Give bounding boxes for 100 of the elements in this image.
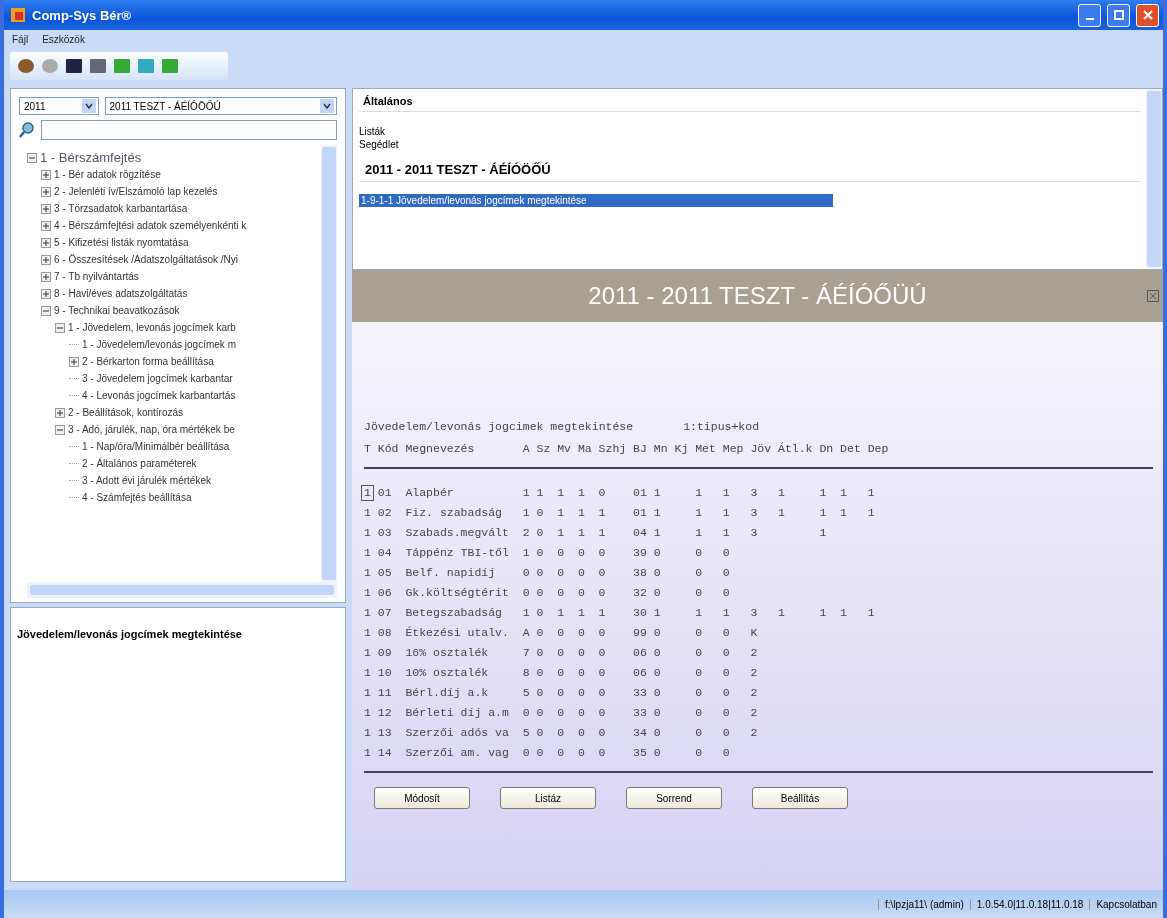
year-dropdown[interactable]: 2011 xyxy=(19,97,99,115)
menu-item[interactable]: Eszközök xyxy=(42,34,85,46)
column-header: Megnevezés xyxy=(405,441,476,457)
minus-icon[interactable] xyxy=(27,152,37,163)
table-cell-text: 1 xyxy=(363,565,372,581)
section-heading: Általános xyxy=(359,93,1140,112)
table-cell-text: 0 xyxy=(722,745,731,761)
table-cell-text: 1 xyxy=(653,525,662,541)
plus-icon[interactable] xyxy=(41,288,51,299)
tree-item[interactable]: 3 - Jövedelem jogcímek karbantar xyxy=(82,373,233,384)
tree-item[interactable]: 3 - Adott évi járulék mértékek xyxy=(82,475,211,486)
table-cell-text: 04 xyxy=(633,525,648,541)
menu-item[interactable]: Fájl xyxy=(12,34,29,46)
tree-item[interactable]: 1 - Bérszámfejtés xyxy=(40,150,142,165)
plus-icon[interactable] xyxy=(41,254,51,265)
table-cell-text: 06 xyxy=(633,665,648,681)
link[interactable]: Listák xyxy=(359,126,1140,137)
caret-icon xyxy=(320,99,334,113)
table-cell-text: 0 xyxy=(695,745,704,761)
table-cell-text: 33 xyxy=(633,685,648,701)
table-cell-text: 0 xyxy=(536,605,545,621)
company-dropdown[interactable]: 2011 TESZT - ÁÉÍÓÖŐÚ xyxy=(104,97,337,115)
tree-item[interactable]: 2 - Beállítások, kontírozás xyxy=(68,407,184,418)
table-cell-text: 1 xyxy=(363,525,372,541)
table-cell-text: 0 xyxy=(598,585,607,601)
tree-item[interactable]: 1 - Jövedelem, levonás jogcímek karb xyxy=(68,322,236,333)
link[interactable]: Segédlet xyxy=(359,139,1140,150)
tree-item[interactable]: 4 - Bérszámfejtési adatok személyenkénti k xyxy=(54,220,247,231)
action-button[interactable]: Beállítás xyxy=(752,787,848,809)
table-cell-text: 1 xyxy=(363,645,372,661)
app-icon xyxy=(10,7,26,23)
action-button[interactable]: Sorrend xyxy=(626,787,722,809)
tree-item[interactable]: 1 - Bér adatok rögzítése xyxy=(54,169,161,180)
tree-item[interactable]: 2 - Általános paraméterek xyxy=(82,458,197,469)
table-cell-text: 1 xyxy=(598,505,607,521)
tree-item[interactable]: 5 - Kifizetési listák nyomtatása xyxy=(54,237,189,248)
scrollbar[interactable] xyxy=(321,145,337,582)
action-button[interactable]: Módosít xyxy=(374,787,470,809)
table-cell-text: 5 xyxy=(522,685,531,701)
minimize-icon xyxy=(1085,18,1094,20)
table-cell-text: 1 xyxy=(363,725,372,741)
tree-item[interactable]: 3 - Adó, járulék, nap, óra mértékek be xyxy=(68,424,235,435)
minus-icon[interactable] xyxy=(41,305,51,316)
plus-icon[interactable] xyxy=(41,237,51,248)
tree-item[interactable]: 2 - Bérkarton forma beállítása xyxy=(82,356,214,367)
minus-icon[interactable] xyxy=(55,322,65,333)
table-cell-text: Gk.költségtérit xyxy=(405,585,510,601)
table-cell-text: 0 xyxy=(536,565,545,581)
table-cell-text: 05 xyxy=(377,565,393,581)
table-cell-text: 0 xyxy=(557,545,566,561)
table-cell-text: 1 xyxy=(867,605,876,621)
tree-item[interactable]: 8 - Havi/éves adatszolgáltatás xyxy=(54,288,188,299)
table-cell-text: 3 xyxy=(750,605,759,621)
status-text: Kapcsolatban xyxy=(1089,898,1163,910)
action-button[interactable]: Listáz xyxy=(500,787,596,809)
table-cell-text: 0 xyxy=(695,565,704,581)
column-header: Jöv xyxy=(750,441,773,457)
plus-icon[interactable] xyxy=(41,169,51,180)
close-icon[interactable] xyxy=(1147,290,1159,302)
tree-item[interactable]: 1 - Nap/óra/Minimálbér beállítása xyxy=(82,441,230,452)
maximize-button[interactable] xyxy=(1107,3,1130,27)
table-cell-text: 1 xyxy=(363,685,372,701)
plus-icon[interactable] xyxy=(41,186,51,197)
plus-icon[interactable] xyxy=(55,407,65,418)
plus-icon[interactable] xyxy=(69,356,79,367)
table-cell-text: 1 xyxy=(819,485,828,501)
tree-item[interactable]: 3 - Törzsadatok karbantartása xyxy=(54,203,188,214)
scrollbar[interactable] xyxy=(1146,89,1162,269)
column-header: Kj xyxy=(674,441,690,457)
plus-icon[interactable] xyxy=(41,220,51,231)
close-button[interactable] xyxy=(1136,3,1159,27)
tree-item[interactable]: 9 - Technikai beavatkozások xyxy=(54,305,180,316)
table-cell-text: 0 xyxy=(577,585,586,601)
tree-item[interactable]: 4 - Számfejtés beállítása xyxy=(82,492,192,503)
table-cell-text: 1 xyxy=(577,485,586,501)
table-cell-text: 1 xyxy=(819,525,828,541)
table-cell-text: 0 xyxy=(577,705,586,721)
table-cell-text: 0 xyxy=(695,705,704,721)
scrollbar[interactable] xyxy=(27,582,337,598)
tree-item[interactable]: 1 - Jövedelem/levonás jogcímek m xyxy=(82,339,236,350)
column-header: Kód xyxy=(377,441,400,457)
column-header: Szhj xyxy=(598,441,628,457)
table-cell-text: 0 xyxy=(598,485,607,501)
table-cell-text: Betegszabadság xyxy=(405,605,503,621)
minus-icon[interactable] xyxy=(55,424,65,435)
table-cell-text: 1 xyxy=(536,485,545,501)
plus-icon[interactable] xyxy=(41,203,51,214)
tree-item[interactable]: 4 - Levonás jogcímek karbantartás xyxy=(82,390,236,401)
plus-icon[interactable] xyxy=(41,271,51,282)
table-cell-text: 34 xyxy=(633,725,648,741)
table-cell-text: 2 xyxy=(750,705,759,721)
minimize-button[interactable] xyxy=(1078,3,1101,27)
tree-item[interactable]: 6 - Összesítések /Adatszolgáltatások /Nyi xyxy=(54,254,238,265)
tree-item[interactable]: 2 - Jelenléti ív/Elszámoló lap kezelés xyxy=(54,186,218,197)
tree-item[interactable]: 7 - Tb nyilvántartás xyxy=(54,271,139,282)
column-header: Mv xyxy=(557,441,572,457)
search-field[interactable] xyxy=(41,120,337,140)
table-cell-text: 1 xyxy=(653,605,662,621)
table-cell-text: 0 xyxy=(536,585,545,601)
selected-menu-item[interactable]: 1-9-1-1 Jövedelem/levonás jogcímek megtekintése xyxy=(359,194,833,207)
